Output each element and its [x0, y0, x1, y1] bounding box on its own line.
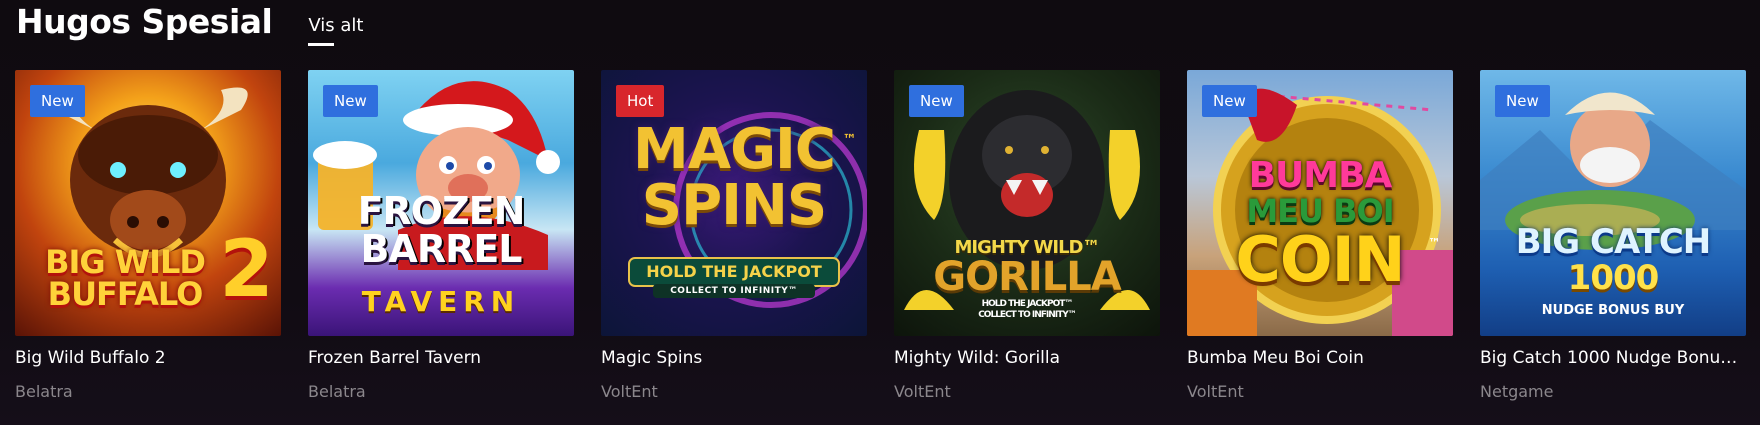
game-card-big-catch-1000[interactable]: BIG CATCH 1000 NUDGE BONUS BUY New Big C… — [1480, 70, 1746, 402]
new-badge: New — [323, 85, 378, 117]
section-header: Hugos Spesial Vis alt — [16, 0, 363, 60]
logo-line: NUDGE BONUS BUY — [1541, 303, 1685, 318]
game-title[interactable]: Frozen Barrel Tavern — [308, 347, 574, 369]
game-thumbnail[interactable]: FROZEN BARREL TAVERN New — [308, 70, 574, 336]
new-badge: New — [1202, 85, 1257, 117]
logo-line: 1000 — [1567, 258, 1660, 298]
game-provider: VoltEnt — [894, 382, 951, 401]
new-badge: New — [909, 85, 964, 117]
section-title: Hugos Spesial — [16, 2, 273, 41]
game-title[interactable]: Bumba Meu Boi Coin — [1187, 347, 1453, 369]
hot-badge: Hot — [616, 85, 665, 117]
game-title[interactable]: Big Wild Buffalo 2 — [15, 347, 281, 369]
logo-line: HOLD THE JACKPOT™ — [981, 299, 1074, 309]
logo-line: BIG CATCH — [1515, 222, 1712, 262]
logo-line: FROZEN — [357, 189, 526, 233]
game-card-big-wild-buffalo-2[interactable]: BIG WILD BUFFALO 2 New Big Wild Buffalo … — [15, 70, 281, 402]
game-provider: Belatra — [15, 382, 73, 401]
game-card-frozen-barrel-tavern[interactable]: FROZEN BARREL TAVERN New Frozen Barrel T… — [308, 70, 574, 402]
game-card-magic-spins[interactable]: MAGIC SPINS ™ HOLD THE JACKPOT COLLECT T… — [601, 70, 867, 402]
game-provider: VoltEnt — [1187, 382, 1244, 401]
see-all-link[interactable]: Vis alt — [308, 15, 363, 46]
game-title[interactable]: Mighty Wild: Gorilla — [894, 347, 1160, 369]
game-grid: BIG WILD BUFFALO 2 New Big Wild Buffalo … — [15, 70, 1746, 402]
logo-line: BUMBA — [1248, 155, 1393, 196]
game-provider: Netgame — [1480, 382, 1554, 401]
logo-tm: ™ — [1428, 236, 1441, 250]
game-thumbnail[interactable]: MIGHTY WILD™ GORILLA HOLD THE JACKPOT™ C… — [894, 70, 1160, 336]
logo-line: COLLECT TO INFINITY™ — [670, 286, 798, 296]
logo-line: HOLD THE JACKPOT — [646, 262, 822, 281]
game-provider: VoltEnt — [601, 382, 658, 401]
game-card-bumba-meu-boi-coin[interactable]: BUMBA MEU BOI COIN ™ New Bumba Meu Boi C… — [1187, 70, 1453, 402]
logo-line: COIN — [1235, 223, 1405, 296]
game-thumbnail[interactable]: BIG CATCH 1000 NUDGE BONUS BUY New — [1480, 70, 1746, 336]
game-card-mighty-wild-gorilla[interactable]: MIGHTY WILD™ GORILLA HOLD THE JACKPOT™ C… — [894, 70, 1160, 402]
game-title[interactable]: Magic Spins — [601, 347, 867, 369]
game-carousel-section: Hugos Spesial Vis alt BIG WILD BUFFALO 2… — [0, 0, 1760, 425]
logo-line: MAGIC — [633, 117, 836, 182]
logo-line: BUFFALO — [47, 275, 204, 313]
game-title[interactable]: Big Catch 1000 Nudge Bonus Buy — [1480, 347, 1746, 369]
new-badge: New — [30, 85, 85, 117]
game-thumbnail[interactable]: BIG WILD BUFFALO 2 New — [15, 70, 281, 336]
game-thumbnail[interactable]: BUMBA MEU BOI COIN ™ New — [1187, 70, 1453, 336]
game-provider: Belatra — [308, 382, 366, 401]
logo-line: TAVERN — [361, 285, 521, 318]
game-thumbnail[interactable]: MAGIC SPINS ™ HOLD THE JACKPOT COLLECT T… — [601, 70, 867, 336]
logo-number: 2 — [219, 225, 273, 315]
new-badge: New — [1495, 85, 1550, 117]
logo-tm: ™ — [842, 132, 857, 148]
logo-line: COLLECT TO INFINITY™ — [978, 310, 1077, 320]
logo-line: GORILLA — [933, 254, 1121, 300]
logo-line: SPINS — [641, 173, 827, 238]
logo-line: BARREL — [360, 227, 522, 271]
logo-line: BIG WILD — [45, 243, 206, 281]
